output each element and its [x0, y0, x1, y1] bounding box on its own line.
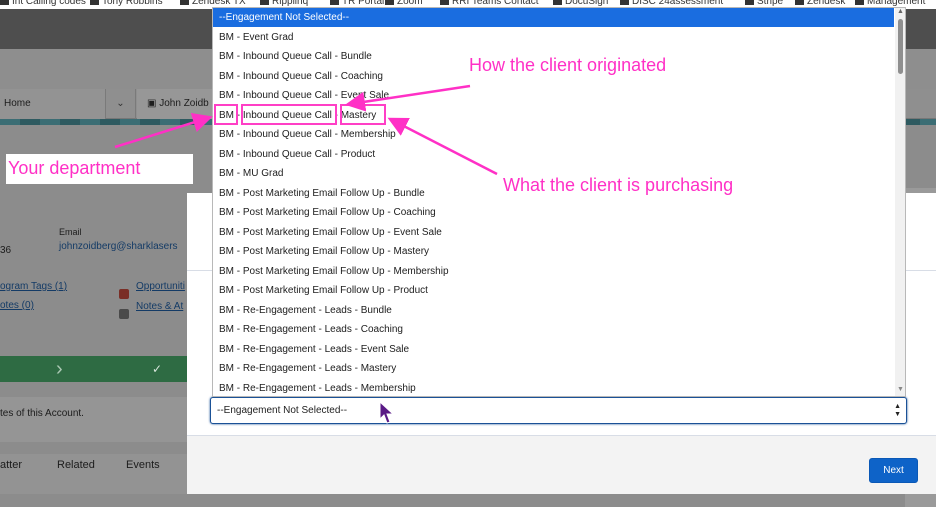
bookmark-item[interactable]: Int Calling codes — [0, 0, 86, 7]
bookmark-icon — [0, 0, 9, 5]
bookmark-item[interactable]: Ripplinq — [260, 0, 308, 7]
bookmark-icon — [620, 0, 629, 5]
bookmark-item[interactable]: RRI Teams Contact — [440, 0, 539, 7]
path-chevron-icon: › — [56, 358, 63, 380]
bookmark-item[interactable]: Zendesk — [795, 0, 845, 7]
bookmark-label: Management — [867, 0, 926, 7]
annotation-purchase: What the client is purchasing — [503, 175, 734, 195]
bookmark-icon — [385, 0, 394, 5]
annotation-box-origin — [241, 104, 337, 125]
annotation-box-purchase — [340, 104, 386, 125]
bookmark-label: Ripplinq — [272, 0, 309, 7]
dropdown-option[interactable]: BM - Post Marketing Email Follow Up - Ev… — [213, 223, 894, 242]
dropdown-option[interactable]: BM - Post Marketing Email Follow Up - Ma… — [213, 242, 894, 261]
bookmark-icon — [553, 0, 562, 5]
dropdown-option[interactable]: BM - Re-Engagement - Leads - Membership — [213, 379, 894, 397]
modal-footer — [187, 435, 936, 494]
phone-fragment: 36 — [0, 245, 12, 256]
next-button[interactable]: Next — [869, 458, 918, 483]
dropdown-option[interactable]: BM - Re-Engagement - Leads - Bundle — [213, 301, 894, 320]
notes-attachments-icon — [119, 309, 129, 319]
scroll-down-arrow-icon[interactable]: ▼ — [897, 386, 904, 393]
dropdown-option[interactable]: BM - Event Grad — [213, 28, 894, 47]
account-section — [0, 397, 210, 442]
account-text: tes of this Account. — [0, 408, 84, 419]
bookmark-label: Stripe — [757, 0, 784, 7]
path-bar — [0, 356, 210, 382]
opportunity-icon — [119, 289, 129, 299]
scroll-up-arrow-icon[interactable]: ▲ — [897, 8, 904, 15]
dropdown-option[interactable]: BM - Re-Engagement - Leads - Mastery — [213, 359, 894, 378]
bookmark-label: Tony Robbins — [102, 0, 163, 7]
email-value[interactable]: johnzoidberg@sharklasers — [59, 241, 178, 252]
select-arrows-icon: ▲ ▼ — [894, 403, 901, 418]
bookmark-label: RRI Teams Contact — [452, 0, 539, 7]
dropdown-option[interactable]: --Engagement Not Selected-- — [213, 8, 894, 27]
bookmark-item[interactable]: Zendesk TX — [180, 0, 246, 7]
dropdown-option[interactable]: BM - Post Marketing Email Follow Up - Pr… — [213, 281, 894, 300]
check-icon: ✓ — [152, 362, 163, 376]
bookmark-icon — [855, 0, 864, 5]
bookmark-icon — [440, 0, 449, 5]
bookmark-icon — [90, 0, 99, 5]
engagement-select[interactable]: --Engagement Not Selected-- ▲ ▼ — [210, 397, 907, 424]
bookmark-label: Int Calling codes — [12, 0, 86, 7]
tab-events[interactable]: Events — [126, 459, 160, 471]
bookmark-item[interactable]: Zoom — [385, 0, 423, 7]
scrollbar-thumb[interactable] — [898, 19, 903, 74]
bookmark-icon — [745, 0, 754, 5]
bookmark-label: Zoom — [397, 0, 423, 7]
bookmark-item[interactable]: Tony Robbins — [90, 0, 163, 7]
notes-attachments-link[interactable]: Notes & At — [136, 301, 183, 312]
bookmark-label: Zendesk TX — [192, 0, 246, 7]
dropdown-option[interactable]: BM - Post Marketing Email Follow Up - Co… — [213, 203, 894, 222]
bookmark-item[interactable]: Stripe — [745, 0, 783, 7]
email-label: Email — [59, 227, 82, 237]
bookmark-label: DISC 24assessment — [632, 0, 724, 7]
dropdown-option[interactable]: BM - Post Marketing Email Follow Up - Me… — [213, 262, 894, 281]
dropdown-option[interactable]: BM - Inbound Queue Call - Event Sale — [213, 86, 894, 105]
bookmark-item[interactable]: DISC 24assessment — [620, 0, 723, 7]
dropdown-option[interactable]: BM - Re-Engagement - Leads - Coaching — [213, 320, 894, 339]
program-tags-link[interactable]: ogram Tags (1) — [0, 281, 67, 292]
bookmark-icon — [330, 0, 339, 5]
notes-link[interactable]: otes (0) — [0, 300, 34, 311]
tr-logo-icon — [180, 0, 189, 5]
bookmark-label: DocuSign — [565, 0, 609, 7]
engagement-select-value: --Engagement Not Selected-- — [217, 405, 348, 416]
bookmark-icon — [795, 0, 804, 5]
annotation-origin: How the client originated — [469, 55, 667, 75]
mouse-cursor-icon — [379, 401, 395, 424]
bookmark-label: TR Portal — [342, 0, 385, 7]
tab-contact[interactable]: ▣ John Zoidb — [137, 89, 217, 119]
tab-menu-chevron-icon[interactable]: ⌄ — [106, 89, 136, 119]
record-tabs — [0, 454, 210, 494]
dropdown-option[interactable]: BM - Inbound Queue Call - Membership — [213, 125, 894, 144]
annotation-box-department — [214, 104, 238, 125]
dropdown-option[interactable]: BM - Inbound Queue Call - Product — [213, 145, 894, 164]
bookmark-item[interactable]: Management — [855, 0, 925, 7]
annotation-department: Your department — [8, 158, 141, 178]
tab-home[interactable]: Home — [0, 89, 106, 119]
dropdown-option[interactable]: BM - Re-Engagement - Leads - Event Sale — [213, 340, 894, 359]
bookmark-item[interactable]: TR Portal — [330, 0, 384, 7]
opportunities-link[interactable]: Opportuniti — [136, 281, 185, 292]
bookmark-icon — [260, 0, 269, 5]
bookmark-label: Zendesk — [807, 0, 846, 7]
tab-chatter[interactable]: atter — [0, 459, 22, 471]
bookmark-item[interactable]: DocuSign — [553, 0, 608, 7]
tab-related[interactable]: Related — [57, 459, 95, 471]
